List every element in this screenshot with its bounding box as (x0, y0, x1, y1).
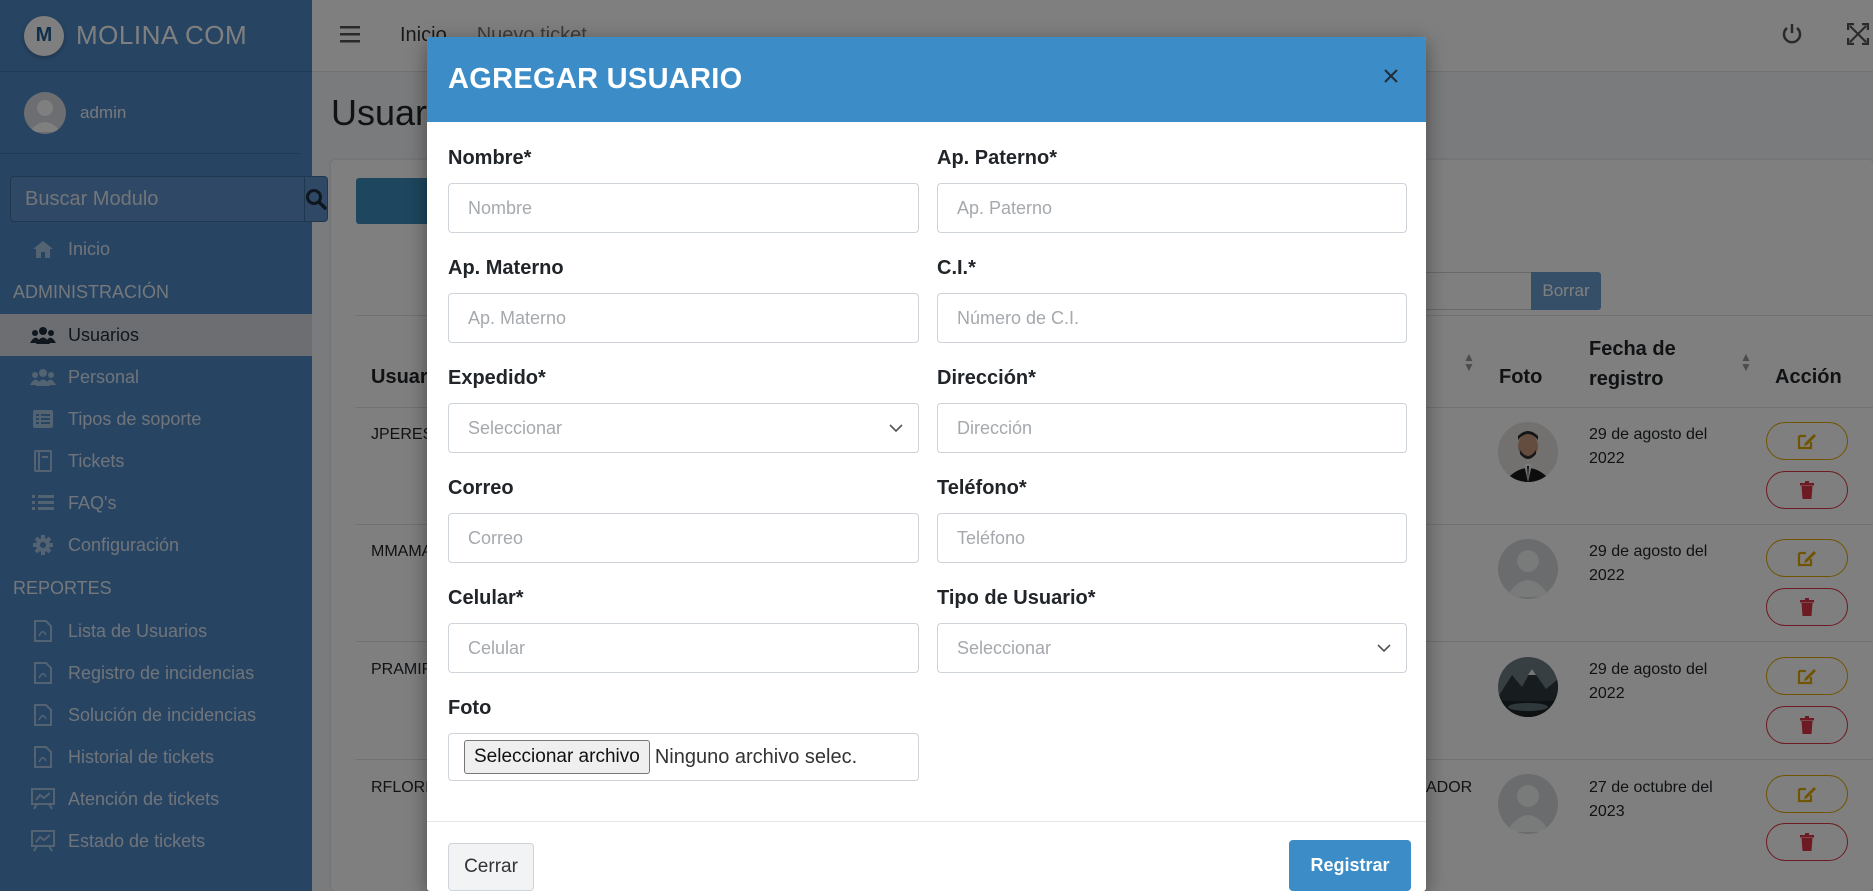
close-icon (1384, 69, 1398, 83)
foto-file-input[interactable]: Seleccionar archivo Ninguno archivo sele… (448, 733, 919, 781)
ap-paterno-label: Ap. Paterno* (937, 147, 1058, 169)
direccion-label: Dirección* (937, 367, 1036, 389)
expedido-select[interactable]: Seleccionar (448, 403, 919, 453)
ci-label: C.I.* (937, 257, 976, 279)
chevron-down-icon (1377, 644, 1391, 653)
modal-header: AGREGAR USUARIO (427, 37, 1426, 122)
tipo-usuario-select[interactable]: Seleccionar (937, 623, 1407, 673)
modal-footer-divider (427, 821, 1426, 822)
foto-label: Foto (448, 697, 492, 719)
register-button[interactable]: Registrar (1289, 840, 1411, 891)
choose-file-button[interactable]: Seleccionar archivo (464, 740, 650, 774)
ci-field[interactable] (937, 293, 1407, 343)
telefono-field[interactable] (937, 513, 1407, 563)
telefono-label: Teléfono* (937, 477, 1027, 499)
correo-label: Correo (448, 477, 514, 499)
correo-field[interactable] (448, 513, 919, 563)
nombre-field[interactable] (448, 183, 919, 233)
direccion-field[interactable] (937, 403, 1407, 453)
celular-label: Celular* (448, 587, 524, 609)
expedido-selected-value: Seleccionar (468, 417, 563, 438)
ap-materno-field[interactable] (448, 293, 919, 343)
ap-paterno-field[interactable] (937, 183, 1407, 233)
file-name-label: Ninguno archivo selec. (654, 745, 858, 768)
tipo-usuario-label: Tipo de Usuario* (937, 587, 1096, 609)
tipo-usuario-selected-value: Seleccionar (957, 637, 1052, 658)
nombre-label: Nombre* (448, 147, 532, 169)
close-button[interactable]: Cerrar (448, 843, 534, 891)
chevron-down-icon (889, 424, 903, 433)
modal-close-button[interactable] (1376, 61, 1406, 91)
expedido-label: Expedido* (448, 367, 546, 389)
add-user-modal: AGREGAR USUARIO Nombre* Ap. Paterno* Ap.… (427, 37, 1426, 891)
modal-title: AGREGAR USUARIO (448, 63, 743, 95)
ap-materno-label: Ap. Materno (448, 257, 564, 279)
celular-field[interactable] (448, 623, 919, 673)
